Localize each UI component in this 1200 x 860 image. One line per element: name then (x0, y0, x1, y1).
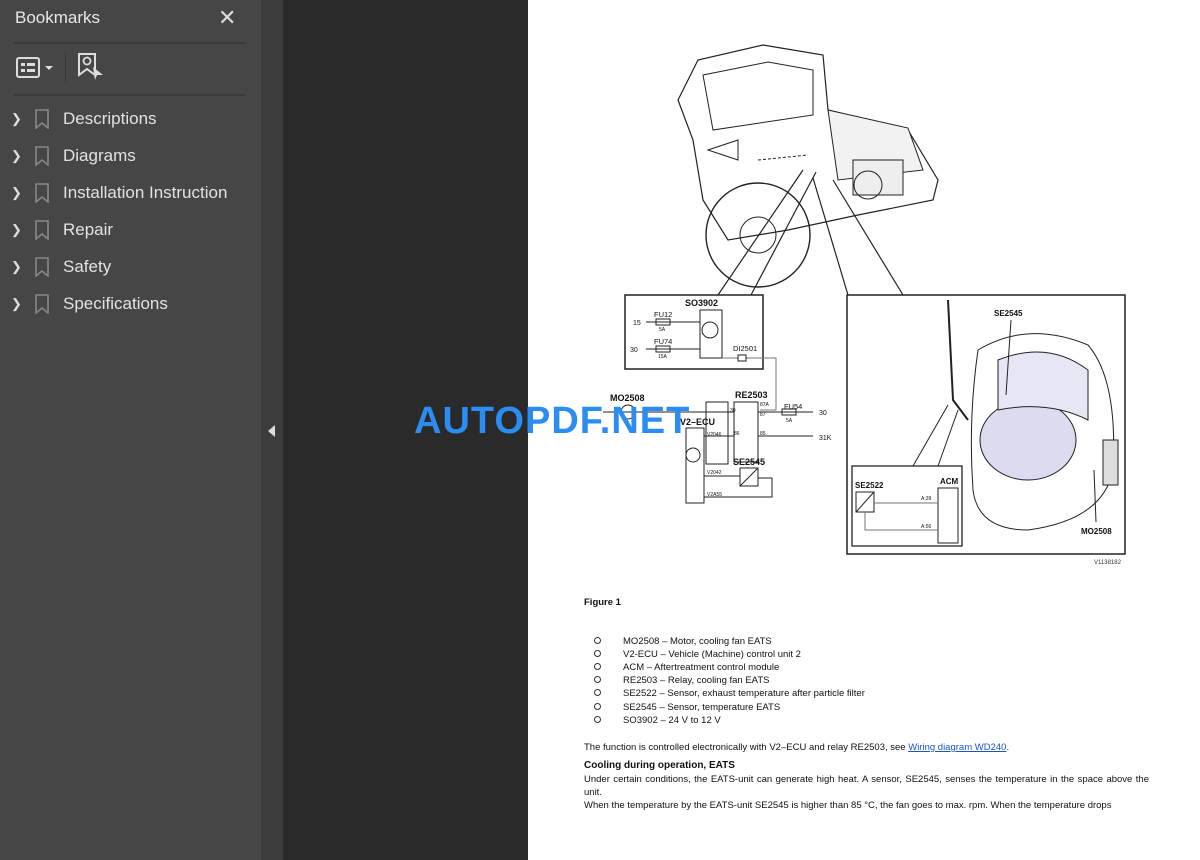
label-re2503: RE2503 (735, 390, 768, 400)
paragraph-end: . (1006, 742, 1010, 753)
paragraph: When the temperature by the EATS-unit SE… (584, 800, 1112, 811)
bookmark-specifications[interactable]: ❯ Specifications (0, 289, 260, 319)
list-item: RE2503 – Relay, cooling fan EATS (594, 675, 769, 686)
bullet-icon (594, 676, 601, 683)
list-item-text: SE2545 – Sensor, temperature EATS (623, 702, 781, 713)
list-options-icon[interactable] (16, 57, 56, 79)
label-5a-fu54: 5A (786, 418, 793, 424)
bullet-icon (594, 650, 601, 657)
truck-illustration (677, 44, 939, 296)
chevron-right-icon[interactable]: ❯ (11, 185, 25, 201)
eats-unit-illustration (947, 299, 1119, 531)
bookmark-label: Descriptions (63, 109, 157, 128)
chevron-right-icon[interactable]: ❯ (11, 296, 25, 312)
bullet-icon (594, 703, 601, 710)
close-icon[interactable]: ✕ (218, 5, 236, 31)
bookmark-descriptions[interactable]: ❯ Descriptions (0, 104, 260, 134)
label-se2545: SE2545 (733, 457, 765, 467)
bookmark-label: Repair (63, 220, 114, 239)
figure-1-diagram: SO3902 15 FU12 5A 30 FU74 15A DI2501 RE2… (603, 44, 1126, 566)
bookmark-label: Diagrams (63, 146, 136, 165)
label-15: 15 (633, 320, 641, 327)
bookmark-installation-instruction[interactable]: ❯ Installation Instruction (0, 178, 260, 208)
bookmark-label: Safety (63, 257, 112, 276)
figure-caption: Figure 1 (584, 597, 621, 608)
paragraph: Under certain conditions, the EATS-unit … (584, 774, 1149, 798)
bookmark-icon (35, 183, 49, 203)
list-item-text: V2-ECU – Vehicle (Machine) control unit … (623, 649, 801, 660)
bookmark-icon (35, 220, 49, 240)
bookmark-icon (35, 109, 49, 129)
label-v2046: V2046 (707, 432, 722, 438)
label-v2042: V2042 (707, 470, 722, 476)
pin-30: 30 (730, 408, 736, 414)
label-acm: ACM (940, 477, 959, 486)
bookmark-safety[interactable]: ❯ Safety (0, 252, 260, 282)
label-a56: A:56 (921, 524, 932, 530)
list-item: V2-ECU – Vehicle (Machine) control unit … (594, 649, 801, 660)
section-heading: Cooling during operation, EATS (584, 760, 735, 771)
toolbar-separator (65, 52, 66, 82)
collapse-panel-arrow-icon[interactable] (268, 425, 275, 437)
list-item-text: SO3902 – 24 V to 12 V (623, 715, 721, 726)
pin-87a: 87A (760, 402, 770, 408)
bullet-icon (594, 663, 601, 670)
find-bookmark-icon[interactable] (77, 53, 105, 81)
chevron-right-icon[interactable]: ❯ (11, 259, 25, 275)
bullet-icon (594, 689, 601, 696)
figure-reference: V1138182 (1094, 560, 1122, 566)
label-so3902: SO3902 (685, 298, 718, 308)
divider (13, 94, 245, 96)
divider (13, 42, 245, 44)
paragraph: The function is controlled electronicall… (584, 742, 1009, 753)
label-30-out: 30 (819, 410, 827, 417)
list-item: SE2522 – Sensor, exhaust temperature aft… (594, 688, 865, 699)
label-fu74: FU74 (654, 337, 672, 346)
label-5a: 5A (659, 327, 666, 333)
bookmark-icon (35, 294, 49, 314)
list-item-text: MO2508 – Motor, cooling fan EATS (623, 636, 772, 647)
label-15a: 15A (658, 354, 668, 360)
bookmark-diagrams[interactable]: ❯ Diagrams (0, 141, 260, 171)
chevron-right-icon[interactable]: ❯ (11, 222, 25, 238)
label-a39: A:39 (921, 496, 932, 502)
pin-86: 86 (734, 431, 740, 437)
label-se2545-detail: SE2545 (994, 309, 1023, 318)
label-se2522: SE2522 (855, 481, 884, 490)
pin-87: 87 (760, 412, 766, 418)
bullet-icon (594, 716, 601, 723)
bookmark-label: Specifications (63, 294, 168, 313)
list-item-text: RE2503 – Relay, cooling fan EATS (623, 675, 770, 686)
bookmarks-panel: Bookmarks ✕ ❯ Descriptions ❯ Diagrams ❯ Ins… (0, 0, 261, 860)
wiring-diagram-link[interactable]: Wiring diagram WD240 (908, 742, 1006, 753)
paragraph-text: The function is controlled electronicall… (584, 742, 909, 753)
bookmark-icon (35, 257, 49, 277)
bookmark-icon (35, 146, 49, 166)
bullet-icon (594, 637, 601, 644)
list-item: SE2545 – Sensor, temperature EATS (594, 702, 780, 713)
list-item: MO2508 – Motor, cooling fan EATS (594, 636, 772, 647)
label-30: 30 (630, 347, 638, 354)
label-mo2508-detail: MO2508 (1081, 527, 1112, 536)
panel-title: Bookmarks (15, 8, 101, 27)
list-item: SO3902 – 24 V to 12 V (594, 715, 721, 726)
list-item-text: SE2522 – Sensor, exhaust temperature aft… (623, 688, 865, 699)
label-di2501: DI2501 (733, 344, 757, 353)
label-31k: 31K (819, 435, 832, 442)
label-fu54: FU54 (784, 402, 802, 411)
chevron-right-icon[interactable]: ❯ (11, 111, 25, 127)
chevron-right-icon[interactable]: ❯ (11, 148, 25, 164)
bookmark-repair[interactable]: ❯ Repair (0, 215, 260, 245)
bookmark-label: Installation Instruction (63, 183, 228, 202)
list-item-text: ACM – Aftertreatment control module (623, 662, 780, 673)
watermark: AUTOPDF.NET (414, 400, 691, 442)
label-fu12: FU12 (654, 310, 672, 319)
list-item: ACM – Aftertreatment control module (594, 662, 779, 673)
